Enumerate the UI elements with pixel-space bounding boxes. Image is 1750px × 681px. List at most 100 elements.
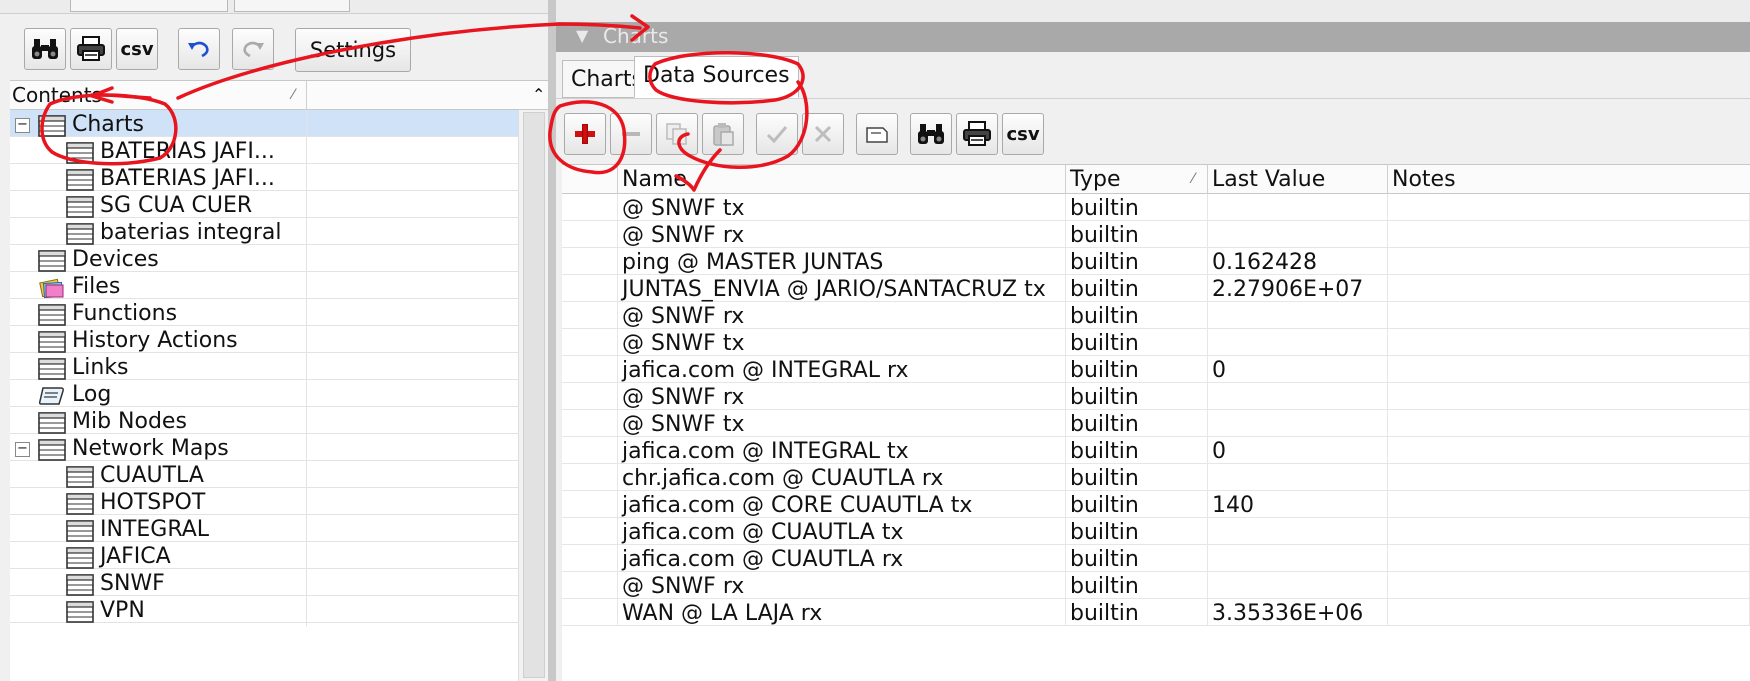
tree-item[interactable]: SNWF [10,569,518,599]
column-header-last-value[interactable]: Last Value [1208,165,1388,195]
find-button[interactable] [24,28,66,70]
table-row[interactable]: @ SNWF rx builtin [562,383,1750,410]
tree-scrollbar[interactable] [518,110,548,681]
csv-label: csv [120,38,154,60]
tree-item[interactable]: HOTSPOT [10,488,518,518]
column-divider [306,407,307,437]
sort-indicator-icon: ⁄ [292,87,295,103]
tree-item[interactable]: − Network Maps [10,434,518,464]
cell-name: jafica.com @ CUAUTLA tx [618,518,1066,545]
data-sources-toolbar: csv [556,98,1750,166]
tree-item-label: Functions [72,301,178,326]
tree-item[interactable]: Devices [10,245,518,275]
settings-button[interactable]: Settings [295,28,411,72]
data-sources-grid[interactable]: @ SNWF tx builtin @ SNWF rx builtin ping @ M… [562,194,1750,681]
tree-item[interactable]: BATERIAS JAFI... [10,164,518,194]
export-csv-button[interactable]: csv [116,28,158,70]
cell-last-value [1208,410,1388,437]
collapse-arrow-icon[interactable]: ▼ [576,26,588,45]
tree-item[interactable]: CUAUTLA [10,461,518,491]
table-icon [38,304,66,326]
print-button[interactable] [956,113,998,155]
add-button[interactable] [564,113,606,155]
tree-item[interactable]: INTEGRAL [10,515,518,545]
tree-item[interactable]: VPN [10,596,518,626]
tree-item[interactable]: Files [10,272,518,302]
column-header-name[interactable]: Name [618,165,1066,195]
copy-button[interactable] [656,113,698,155]
cell-name: @ SNWF rx [618,383,1066,410]
column-divider [306,326,307,356]
collapsed-control[interactable] [234,0,350,12]
tree-item-label: Links [72,355,129,380]
column-header-type[interactable]: Type ⁄ [1066,165,1208,195]
tree-item[interactable]: JAFICA [10,542,518,572]
table-icon [66,196,94,218]
tree-item[interactable]: baterias integral [10,218,518,248]
tab-data-sources[interactable]: Data Sources [634,56,799,98]
column-divider [306,191,307,221]
cell-name: @ SNWF tx [618,194,1066,221]
row-gutter [562,302,618,329]
paste-button[interactable] [702,113,744,155]
table-row[interactable]: jafica.com @ INTEGRAL tx builtin 0 [562,437,1750,464]
table-row[interactable]: jafica.com @ INTEGRAL rx builtin 0 [562,356,1750,383]
table-row[interactable]: WAN @ LA LAJA rx builtin 3.35336E+06 [562,599,1750,626]
contents-tree[interactable]: − Charts BATERIAS JAFI... BATERIAS JAFI... S… [10,110,518,681]
cell-last-value [1208,572,1388,599]
tree-item-label: Network Maps [72,436,229,461]
table-row[interactable]: @ SNWF tx builtin [562,194,1750,221]
row-gutter [562,248,618,275]
row-gutter [562,572,618,599]
tree-item[interactable]: History Actions [10,326,518,356]
tree-item[interactable]: Log [10,380,518,410]
disable-button[interactable] [802,113,844,155]
row-gutter [562,383,618,410]
undo-button[interactable] [178,28,220,70]
redo-icon [243,41,264,58]
table-row[interactable]: jafica.com @ CUAUTLA tx builtin [562,518,1750,545]
table-row[interactable]: JUNTAS_ENVIA @ JARIO/SANTACRUZ tx builtin… [562,275,1750,302]
remove-button[interactable] [610,113,652,155]
scroll-up-icon[interactable]: ⌃ [532,85,545,104]
column-divider [306,515,307,545]
table-icon [66,466,94,488]
tree-header[interactable]: Contents ⁄ ⌃ [10,80,548,111]
table-row[interactable]: @ SNWF tx builtin [562,410,1750,437]
table-row[interactable]: @ SNWF rx builtin [562,221,1750,248]
panel-title-bar[interactable]: ▼ Charts [556,22,1750,52]
comment-button[interactable] [856,113,898,155]
table-row[interactable]: ping @ MASTER JUNTAS builtin 0.162428 [562,248,1750,275]
table-row[interactable]: @ SNWF tx builtin [562,329,1750,356]
tree-item[interactable]: Functions [10,299,518,329]
find-button[interactable] [910,113,952,155]
table-row[interactable]: jafica.com @ CUAUTLA rx builtin [562,545,1750,572]
scrollbar-thumb[interactable] [523,112,545,678]
pane-splitter[interactable] [548,0,556,681]
grid-header-spacer [562,165,618,195]
tree-expander-icon[interactable]: − [15,442,30,457]
tree-item[interactable]: Mib Nodes [10,407,518,437]
print-button[interactable] [70,28,112,70]
table-row[interactable]: @ SNWF rx builtin [562,302,1750,329]
enable-button[interactable] [756,113,798,155]
tree-item[interactable]: Links [10,353,518,383]
table-icon [38,115,66,137]
table-row[interactable]: jafica.com @ CORE CUAUTLA tx builtin 140 [562,491,1750,518]
collapsed-control[interactable] [70,0,228,12]
table-row[interactable]: @ SNWF rx builtin [562,572,1750,599]
table-icon [38,412,66,434]
tree-item[interactable]: − Charts [10,110,518,140]
export-csv-button[interactable]: csv [1002,113,1044,155]
redo-button[interactable] [232,28,274,70]
cell-name: jafica.com @ CORE CUAUTLA tx [618,491,1066,518]
table-row[interactable]: chr.jafica.com @ CUAUTLA rx builtin [562,464,1750,491]
column-header-notes[interactable]: Notes [1388,165,1750,195]
column-divider[interactable] [306,81,307,111]
tree-expander-icon[interactable]: − [15,118,30,133]
tree-item[interactable]: SG CUA CUER [10,191,518,221]
column-divider [306,434,307,464]
column-divider [306,110,307,140]
tree-item[interactable]: BATERIAS JAFI... [10,137,518,167]
cell-name: ping @ MASTER JUNTAS [618,248,1066,275]
